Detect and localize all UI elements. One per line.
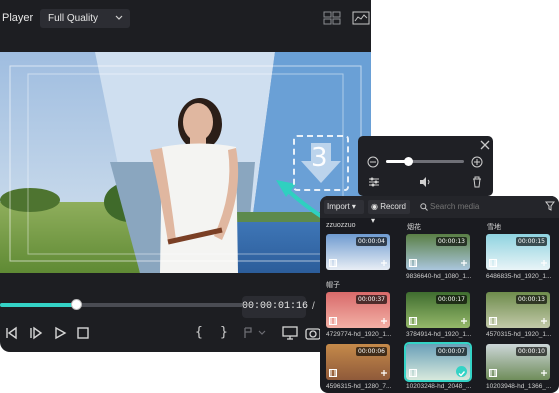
volume-down-icon[interactable]: [367, 156, 379, 168]
player-title: Player: [2, 12, 34, 24]
clip-filename: 10203248-hd_2048_...: [406, 383, 472, 390]
clip-duration: 00:00:13: [516, 295, 547, 304]
media-thumbnail[interactable]: 00:00:10: [486, 344, 550, 380]
search-input[interactable]: [416, 200, 546, 214]
add-to-timeline-icon[interactable]: [380, 317, 388, 325]
media-thumbnail[interactable]: 00:00:07: [404, 342, 472, 382]
scrubber-progress: [0, 303, 76, 307]
split-icon[interactable]: [243, 325, 267, 341]
volume-up-icon[interactable]: [471, 156, 483, 168]
add-to-timeline-icon[interactable]: [460, 317, 468, 325]
trash-icon[interactable]: [471, 176, 483, 188]
play-step-icon[interactable]: [28, 325, 44, 341]
film-icon: [489, 259, 497, 267]
media-thumbnail[interactable]: 00:00:17: [406, 292, 470, 328]
film-icon: [409, 317, 417, 325]
prev-frame-icon[interactable]: [4, 325, 20, 341]
clip-duration: 00:00:04: [356, 237, 387, 246]
clip-filename: 4596315-hd_1280_7...: [326, 383, 392, 390]
clip-duration: 00:00:13: [436, 237, 467, 246]
add-to-timeline-icon[interactable]: [540, 317, 548, 325]
clip-filename: 4729774-hd_1920_1...: [326, 331, 392, 338]
clip-duration: 00:00:17: [436, 295, 467, 304]
filter-icon[interactable]: [545, 201, 555, 211]
record-label: Record: [380, 202, 406, 211]
film-icon: [489, 369, 497, 377]
clip-filename: 10203948-hd_1366_...: [486, 383, 552, 390]
film-icon: [329, 317, 337, 325]
close-icon[interactable]: [479, 139, 491, 151]
add-to-timeline-icon[interactable]: [380, 369, 388, 377]
speaker-icon[interactable]: [419, 176, 431, 188]
equalizer-icon[interactable]: [368, 176, 380, 188]
add-to-timeline-icon[interactable]: [540, 259, 548, 267]
player-toolbar: Player Full Quality: [0, 0, 371, 36]
record-button[interactable]: ◉ Record ▾: [368, 200, 410, 225]
folder-label-1: zzuozzuo: [326, 222, 356, 229]
display-icon[interactable]: [282, 325, 298, 341]
film-icon: [409, 259, 417, 267]
media-thumbnail[interactable]: 00:00:06: [326, 344, 390, 380]
clip-duration: 00:00:06: [356, 347, 387, 356]
folder-label-2: 烟花: [407, 224, 421, 231]
clip-filename: 4570315-hd_1920_1...: [486, 331, 552, 338]
film-icon: [329, 259, 337, 267]
add-to-timeline-icon[interactable]: [460, 259, 468, 267]
film-icon: [409, 369, 417, 377]
clip-duration: 00:00:15: [516, 237, 547, 246]
scrubber-handle[interactable]: [70, 299, 82, 310]
quality-select[interactable]: Full Quality: [40, 9, 130, 28]
media-thumbnail[interactable]: 00:00:04: [326, 234, 390, 270]
timecode-display: 00:00:01:16: [242, 296, 308, 318]
import-label: Import: [327, 202, 350, 211]
drop-target: 3: [293, 135, 349, 191]
film-icon: [329, 369, 337, 377]
clip-duration: 00:00:10: [516, 347, 547, 356]
stop-icon[interactable]: [75, 325, 91, 341]
add-to-timeline-icon[interactable]: [380, 259, 388, 267]
quality-value: Full Quality: [48, 13, 99, 24]
selected-check-icon: [456, 366, 467, 377]
film-icon: [489, 317, 497, 325]
clip-filename: 3784914-hd_1920_1...: [406, 331, 472, 338]
volume-handle[interactable]: [403, 157, 413, 166]
media-panel: Import ▾ ◉ Record ▾ zzuozzuo 烟花 雪地 00:00…: [320, 196, 559, 393]
clip-filename: 6486835-hd_1920_1...: [486, 273, 552, 280]
snapshot-icon[interactable]: [305, 325, 321, 341]
volume-slider[interactable]: [386, 157, 464, 166]
media-thumbnail[interactable]: 00:00:15: [486, 234, 550, 270]
mark-out-button[interactable]: }: [220, 325, 228, 340]
drop-number: 3: [311, 143, 328, 173]
mark-in-button[interactable]: {: [195, 325, 203, 340]
media-toolbar: Import ▾ ◉ Record ▾: [320, 196, 559, 225]
volume-popup: [358, 136, 493, 196]
media-thumbnail[interactable]: 00:00:13: [486, 292, 550, 328]
import-button[interactable]: Import ▾: [324, 200, 364, 214]
clip-duration: 00:00:37: [356, 295, 387, 304]
playback-scrubber[interactable]: [0, 299, 245, 310]
clip-duration: 00:00:07: [436, 347, 467, 356]
timecode-separator: /: [312, 301, 315, 312]
media-thumbnail[interactable]: 00:00:13: [406, 234, 470, 270]
play-icon[interactable]: [52, 325, 68, 341]
row-label: 帽子: [326, 282, 340, 289]
monitor-scope-icon[interactable]: [352, 11, 370, 25]
add-to-timeline-icon[interactable]: [540, 369, 548, 377]
compare-view-icon[interactable]: [323, 11, 341, 25]
media-thumbnail[interactable]: 00:00:37: [326, 292, 390, 328]
folder-label-3: 雪地: [487, 224, 501, 231]
clip-filename: 9836640-hd_1080_1...: [406, 273, 472, 280]
chevron-down-icon: [115, 15, 123, 20]
